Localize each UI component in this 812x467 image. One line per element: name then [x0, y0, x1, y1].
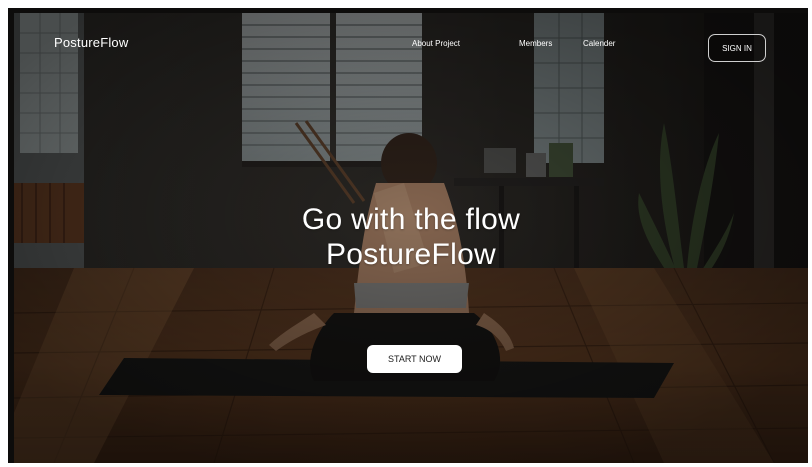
nav-link-calender[interactable]: Calender	[583, 39, 615, 48]
nav-link-about-project[interactable]: About Project	[412, 39, 460, 48]
sign-in-button[interactable]: SIGN IN	[708, 34, 766, 62]
hero-subheadline: PostureFlow	[325, 238, 497, 271]
brand-logo[interactable]: PostureFlow	[54, 35, 128, 50]
start-now-button[interactable]: START NOW	[367, 345, 462, 373]
page-frame: PostureFlow About Project Members Calend…	[8, 8, 808, 463]
hero-background: PostureFlow About Project Members Calend…	[14, 13, 808, 463]
hero-headline: Go with the flow	[301, 203, 521, 236]
nav-link-members[interactable]: Members	[519, 39, 552, 48]
